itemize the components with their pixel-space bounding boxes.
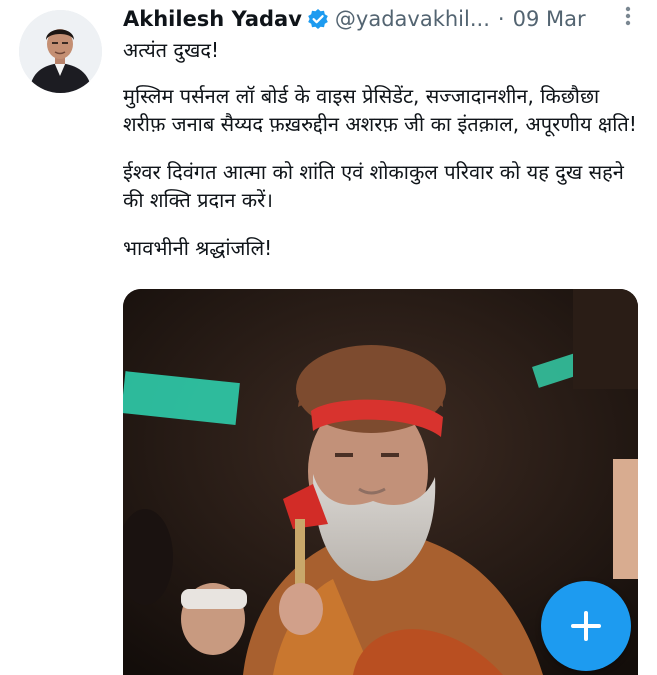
tweet-paragraph: अत्यंत दुखद! — [123, 38, 220, 62]
more-options-icon[interactable] — [625, 6, 631, 26]
avatar-image — [19, 10, 102, 93]
tweet-screen: Akhilesh Yadav @yadavakhil... · 09 Mar अ… — [0, 0, 657, 675]
compose-button[interactable] — [541, 581, 631, 671]
header-separator: · — [497, 7, 505, 31]
tweet-header: Akhilesh Yadav @yadavakhil... · 09 Mar — [123, 4, 637, 34]
tweet-text: अत्यंत दुखद! मुस्लिम पर्सनल लॉ बोर्ड के … — [123, 36, 643, 282]
tweet-paragraph: भावभीनी श्रद्धांजलि! — [123, 236, 273, 260]
verified-badge-icon — [308, 9, 328, 29]
avatar[interactable] — [19, 10, 102, 93]
tweet-paragraph: मुस्लिम पर्सनल लॉ बोर्ड के वाइस प्रेसिडे… — [123, 84, 637, 136]
author-handle[interactable]: @yadavakhil... — [335, 4, 490, 34]
plus-icon — [571, 611, 601, 641]
author-name[interactable]: Akhilesh Yadav — [123, 4, 302, 34]
tweet-paragraph: ईश्वर दिवंगत आत्मा को शांति एवं शोकाकुल … — [123, 160, 624, 212]
tweet-date[interactable]: 09 Mar — [513, 4, 586, 34]
